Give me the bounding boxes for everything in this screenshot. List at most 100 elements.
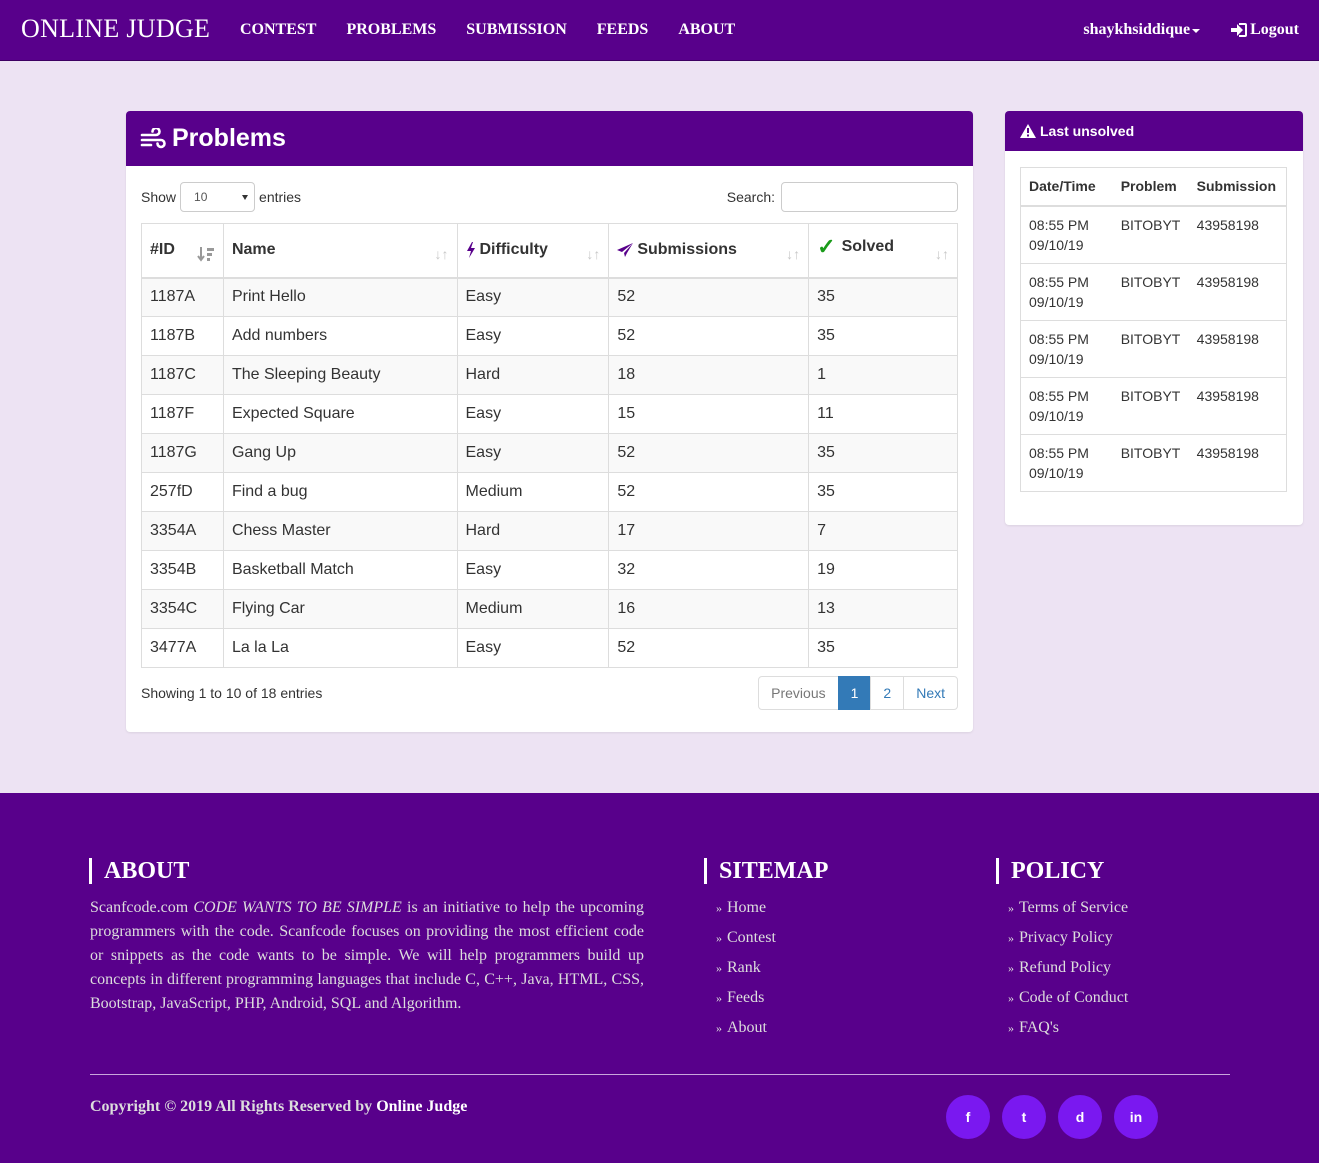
- cell-name[interactable]: Add numbers: [222, 316, 458, 356]
- nav-about[interactable]: ABOUT: [663, 0, 750, 60]
- cell-difficulty: Hard: [456, 355, 610, 395]
- table-row[interactable]: 3354C Flying Car Medium 16 13: [141, 589, 958, 629]
- policy-link[interactable]: » Refund Policy: [1008, 953, 1128, 983]
- policy-link-label: Refund Policy: [1019, 959, 1111, 976]
- social-links: f t d in: [946, 1095, 1170, 1139]
- cell-problem[interactable]: BITOBYT: [1112, 376, 1189, 434]
- nav-problems[interactable]: PROBLEMS: [331, 0, 451, 60]
- twitter-icon[interactable]: t: [1002, 1095, 1046, 1139]
- table-row[interactable]: 1187C The Sleeping Beauty Hard 18 1: [141, 355, 958, 395]
- nav-contest[interactable]: CONTEST: [225, 0, 331, 60]
- site-name: Scanfcode.com: [90, 899, 189, 916]
- cell-submission[interactable]: 43958198: [1188, 262, 1287, 320]
- facebook-icon[interactable]: f: [946, 1095, 990, 1139]
- footer-about-title: ABOUT: [89, 858, 189, 884]
- cell-name[interactable]: Expected Square: [222, 394, 458, 434]
- page-1-button[interactable]: 1: [837, 676, 872, 710]
- table-row[interactable]: 1187A Print Hello Easy 52 35: [141, 277, 958, 317]
- policy-link[interactable]: » Privacy Policy: [1008, 923, 1128, 953]
- previous-page-button[interactable]: Previous: [758, 676, 839, 710]
- table-row[interactable]: 1187F Expected Square Easy 15 11: [141, 394, 958, 434]
- policy-link[interactable]: » Code of Conduct: [1008, 983, 1128, 1013]
- table-row[interactable]: 1187G Gang Up Easy 52 35: [141, 433, 958, 473]
- double-chevron-right-icon: »: [1008, 901, 1014, 915]
- column-solved[interactable]: ✓ Solved ↓↑: [808, 223, 958, 279]
- cell-datetime: 08:55 PM 09/10/19: [1020, 376, 1113, 434]
- caret-down-icon: [1192, 29, 1201, 33]
- cell-name[interactable]: The Sleeping Beauty: [222, 355, 458, 395]
- cell-submission[interactable]: 43958198: [1188, 433, 1287, 491]
- linkedin-icon[interactable]: in: [1114, 1095, 1158, 1139]
- last-unsolved-header: Last unsolved: [1005, 111, 1303, 151]
- page-size-select[interactable]: 10: [180, 182, 256, 212]
- column-difficulty[interactable]: Difficulty ↓↑: [456, 223, 610, 279]
- time: 08:55 PM: [1029, 387, 1089, 404]
- time: 08:55 PM: [1029, 273, 1089, 290]
- cell-problem[interactable]: BITOBYT: [1112, 433, 1189, 491]
- cell-problem[interactable]: BITOBYT: [1112, 262, 1189, 320]
- dribbble-icon[interactable]: d: [1058, 1095, 1102, 1139]
- table-row[interactable]: 1187B Add numbers Easy 52 35: [141, 316, 958, 356]
- sitemap-link[interactable]: » Rank: [716, 953, 776, 983]
- cell-difficulty: Medium: [456, 472, 610, 512]
- nav-feeds[interactable]: FEEDS: [582, 0, 664, 60]
- logout-button[interactable]: Logout: [1230, 21, 1299, 39]
- policy-link[interactable]: » Terms of Service: [1008, 893, 1128, 923]
- cell-difficulty: Easy: [456, 316, 610, 356]
- policy-link-label: Terms of Service: [1019, 899, 1129, 916]
- sitemap-link[interactable]: » Feeds: [716, 983, 776, 1013]
- cell-datetime: 08:55 PM 09/10/19: [1020, 205, 1113, 263]
- sitemap-link[interactable]: » Home: [716, 893, 776, 923]
- date: 09/10/19: [1029, 350, 1084, 367]
- cell-problem[interactable]: BITOBYT: [1112, 205, 1189, 263]
- entries-label: entries: [259, 189, 302, 205]
- cell-submission[interactable]: 43958198: [1188, 376, 1287, 434]
- page-size-value: 10: [194, 190, 208, 204]
- column-name[interactable]: Name ↓↑: [222, 223, 458, 279]
- search-label: Search:: [726, 189, 775, 205]
- last-unsolved-title: Last unsolved: [1040, 123, 1135, 139]
- cell-name[interactable]: Basketball Match: [222, 550, 458, 590]
- column-id[interactable]: #ID: [141, 223, 224, 279]
- cell-name[interactable]: Chess Master: [222, 511, 458, 551]
- table-row[interactable]: 08:55 PM 09/10/19 BITOBYT 43958198: [1020, 205, 1287, 263]
- copyright-owner-link[interactable]: Online Judge: [376, 1098, 467, 1115]
- double-chevron-right-icon: »: [716, 901, 722, 915]
- cell-difficulty: Easy: [456, 277, 610, 317]
- sitemap-link[interactable]: » Contest: [716, 923, 776, 953]
- policy-link[interactable]: » FAQ's: [1008, 1013, 1128, 1043]
- cell-name[interactable]: Flying Car: [222, 589, 458, 629]
- cell-submission[interactable]: 43958198: [1188, 205, 1287, 263]
- nav-submission[interactable]: SUBMISSION: [451, 0, 581, 60]
- last-unsolved-table: Date/Time Problem Submission 08:55 PM 09/…: [1020, 167, 1287, 492]
- footer: ABOUT Scanfcode.com CODE WANTS TO BE SIM…: [0, 793, 1319, 1163]
- cell-submission[interactable]: 43958198: [1188, 319, 1287, 377]
- sitemap-link[interactable]: » About: [716, 1013, 776, 1043]
- search-input[interactable]: [781, 182, 958, 212]
- cell-name[interactable]: La la La: [222, 628, 458, 668]
- table-row[interactable]: 3354A Chess Master Hard 17 7: [141, 511, 958, 551]
- cell-id: 1187F: [141, 394, 224, 434]
- next-page-button[interactable]: Next: [903, 676, 958, 710]
- cell-name[interactable]: Find a bug: [222, 472, 458, 512]
- problems-title: Problems: [172, 124, 286, 152]
- column-submissions[interactable]: Submissions ↓↑: [608, 223, 810, 279]
- sitemap-link-label: Rank: [727, 959, 761, 976]
- footer-policy-title: POLICY: [996, 858, 1104, 884]
- page-2-button[interactable]: 2: [870, 676, 905, 710]
- table-row[interactable]: 08:55 PM 09/10/19 BITOBYT 43958198: [1020, 319, 1287, 377]
- cell-problem[interactable]: BITOBYT: [1112, 319, 1189, 377]
- double-chevron-right-icon: »: [1008, 961, 1014, 975]
- cell-name[interactable]: Gang Up: [222, 433, 458, 473]
- table-row[interactable]: 3477A La la La Easy 52 35: [141, 628, 958, 668]
- table-row[interactable]: 08:55 PM 09/10/19 BITOBYT 43958198: [1020, 262, 1287, 320]
- table-row[interactable]: 08:55 PM 09/10/19 BITOBYT 43958198: [1020, 376, 1287, 434]
- user-dropdown[interactable]: shaykhsiddique: [1083, 21, 1201, 39]
- cell-name[interactable]: Print Hello: [222, 277, 458, 317]
- paper-plane-icon: [617, 243, 634, 258]
- brand-logo[interactable]: ONLINE JUDGE: [21, 14, 210, 44]
- table-row[interactable]: 257fD Find a bug Medium 52 35: [141, 472, 958, 512]
- table-row[interactable]: 3354B Basketball Match Easy 32 19: [141, 550, 958, 590]
- table-row[interactable]: 08:55 PM 09/10/19 BITOBYT 43958198: [1020, 433, 1287, 491]
- cell-id: 3477A: [141, 628, 224, 668]
